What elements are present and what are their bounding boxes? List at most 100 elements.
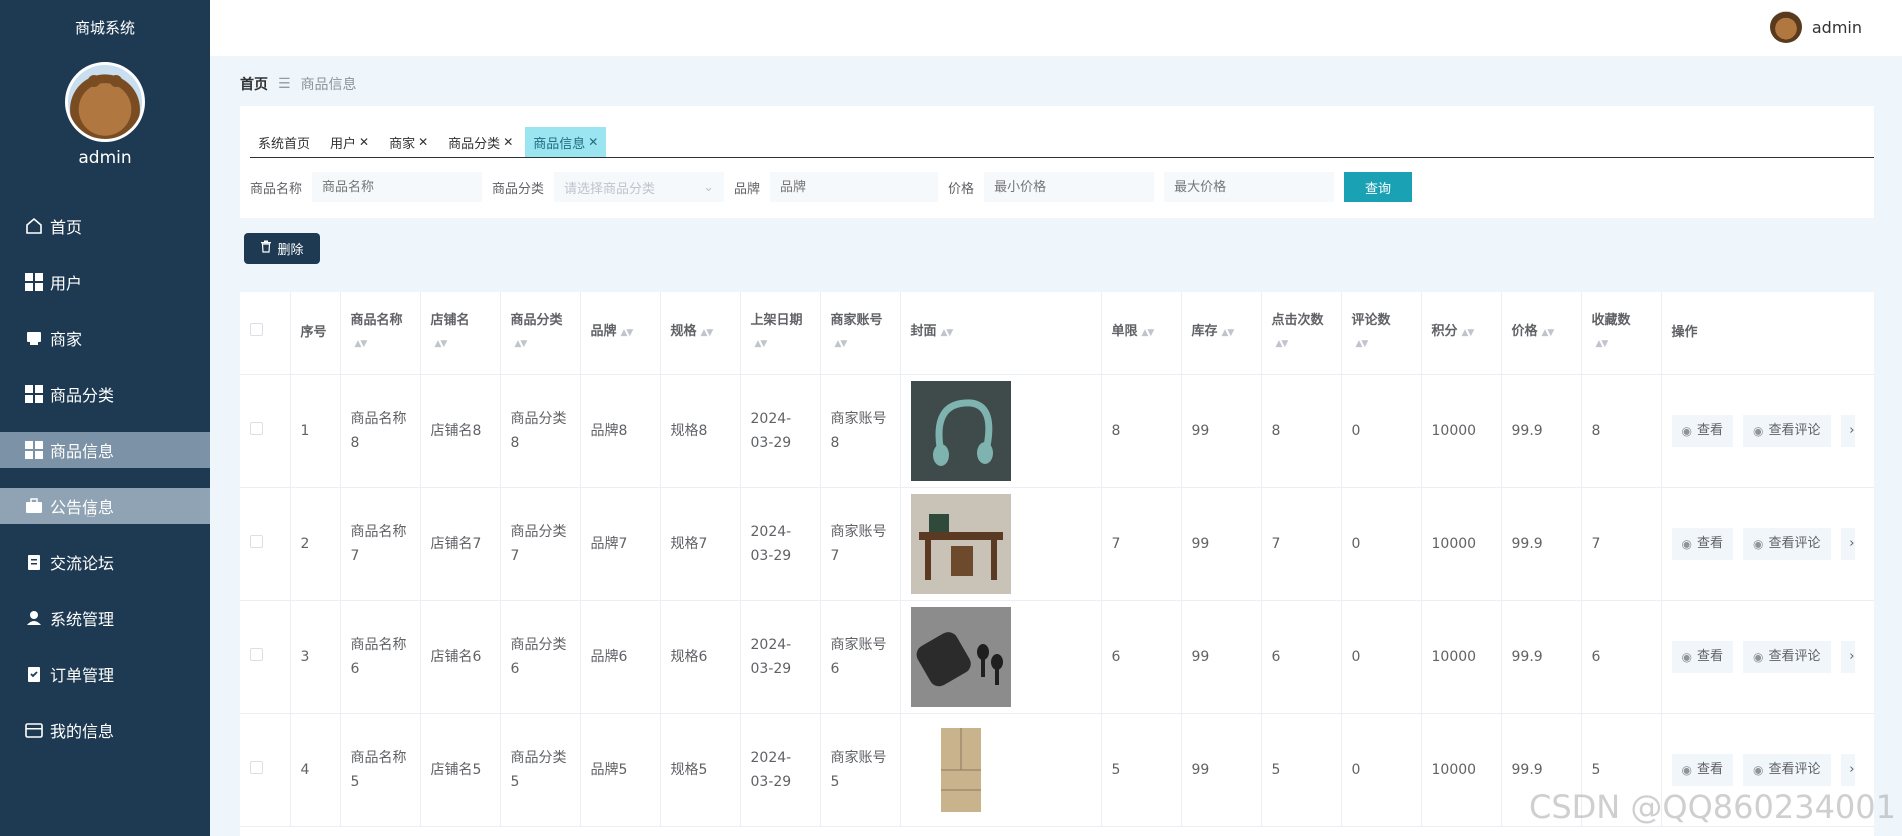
col-account[interactable]: 商家账号 ▲▼ xyxy=(820,292,901,375)
grid-icon xyxy=(24,272,44,292)
more-actions-button[interactable]: › xyxy=(1840,527,1855,560)
cell-points: 10000 xyxy=(1421,374,1502,488)
close-icon[interactable]: ✕ xyxy=(503,135,513,149)
sort-icon[interactable]: ▲▼ xyxy=(355,339,368,349)
category-select[interactable]: 请选择商品分类 ⌄ xyxy=(554,172,725,202)
sidebar-item-users[interactable]: 用户 xyxy=(0,264,210,300)
sidebar-item-announcements[interactable]: 公告信息 ☝ xyxy=(0,488,210,524)
query-button[interactable]: 查询 xyxy=(1344,172,1413,202)
close-icon[interactable]: ✕ xyxy=(359,135,369,149)
sidebar-item-forum[interactable]: 交流论坛 xyxy=(0,544,210,580)
sort-icon[interactable]: ▲▼ xyxy=(515,339,528,349)
name-input[interactable] xyxy=(312,172,483,202)
tab-system-home[interactable]: 系统首页 xyxy=(250,127,318,157)
view-reviews-button[interactable]: ◉ 查看评论 xyxy=(1743,640,1831,673)
sort-icon[interactable]: ▲▼ xyxy=(1142,328,1155,338)
cell-clicks: 8 xyxy=(1261,374,1342,488)
header-username: admin xyxy=(1811,17,1862,37)
breadcrumb-home[interactable]: 首页 xyxy=(240,74,268,94)
more-actions-button[interactable]: › xyxy=(1840,640,1855,673)
view-reviews-button[interactable]: ◉ 查看评论 xyxy=(1743,527,1831,560)
row-checkbox[interactable] xyxy=(240,600,291,714)
max-price-input[interactable] xyxy=(1164,172,1335,202)
col-category[interactable]: 商品分类 ▲▼ xyxy=(500,292,581,375)
grid-icon xyxy=(24,440,44,460)
sidebar-item-merchants[interactable]: 商家 xyxy=(0,320,210,356)
row-checkbox[interactable] xyxy=(240,713,291,827)
cell-cover xyxy=(900,600,1102,714)
sidebar-item-home[interactable]: 首页 xyxy=(0,208,210,244)
col-name[interactable]: 商品名称 ▲▼ xyxy=(340,292,421,375)
cell-account: 商家账号7 xyxy=(820,487,901,601)
delete-button[interactable]: 删除 xyxy=(244,233,320,264)
col-date[interactable]: 上架日期 ▲▼ xyxy=(740,292,821,375)
sidebar-item-orders[interactable]: 订单管理 xyxy=(0,656,210,692)
sort-icon[interactable]: ▲▼ xyxy=(835,339,848,349)
search-form: 商品名称 商品分类 请选择商品分类 ⌄ 品牌 价格 查询 xyxy=(250,172,1413,202)
sort-icon[interactable]: ▲▼ xyxy=(755,339,768,349)
tab-users[interactable]: 用户 ✕ xyxy=(322,127,377,157)
product-image[interactable] xyxy=(910,493,1091,594)
sidebar-item-categories[interactable]: 商品分类 xyxy=(0,376,210,412)
col-spec[interactable]: 规格 ▲▼ xyxy=(660,292,741,375)
col-limit[interactable]: 单限 ▲▼ xyxy=(1101,292,1182,375)
view-button[interactable]: ◉ 查看 xyxy=(1671,753,1733,786)
sort-icon[interactable]: ▲▼ xyxy=(621,328,634,338)
tab-products[interactable]: 商品信息 ✕ xyxy=(525,127,607,157)
more-actions-button[interactable]: › xyxy=(1840,414,1855,447)
sort-icon[interactable]: ▲▼ xyxy=(1276,339,1289,349)
col-cover[interactable]: 封面 ▲▼ xyxy=(900,292,1102,375)
view-button[interactable]: ◉ 查看 xyxy=(1671,640,1733,673)
col-favorites[interactable]: 收藏数 ▲▼ xyxy=(1581,292,1662,375)
row-checkbox[interactable] xyxy=(240,374,291,488)
sidebar-item-label: 商品信息 xyxy=(50,442,115,461)
sidebar-item-label: 首页 xyxy=(50,218,83,237)
col-price[interactable]: 价格 ▲▼ xyxy=(1501,292,1582,375)
category-label: 商品分类 xyxy=(492,181,545,197)
product-image[interactable] xyxy=(910,606,1091,707)
sort-icon[interactable]: ▲▼ xyxy=(435,339,448,349)
tab-label: 商品分类 xyxy=(448,136,501,152)
app-title: 商城系统 xyxy=(74,19,135,37)
sidebar-item-products[interactable]: 商品信息 xyxy=(0,432,210,468)
min-price-input[interactable] xyxy=(984,172,1155,202)
col-points[interactable]: 积分 ▲▼ xyxy=(1421,292,1502,375)
view-button[interactable]: ◉ 查看 xyxy=(1671,527,1733,560)
more-actions-button[interactable]: › xyxy=(1840,753,1855,786)
tab-categories[interactable]: 商品分类 ✕ xyxy=(440,127,521,157)
avatar xyxy=(1769,11,1802,43)
row-checkbox[interactable] xyxy=(240,487,291,601)
cell-limit: 8 xyxy=(1101,374,1182,488)
select-all-checkbox[interactable] xyxy=(240,292,291,375)
view-label: 查看 xyxy=(1696,761,1723,777)
col-clicks[interactable]: 点击次数 ▲▼ xyxy=(1261,292,1342,375)
sort-icon[interactable]: ▲▼ xyxy=(1462,328,1475,338)
user-menu[interactable]: admin xyxy=(1769,11,1862,43)
col-reviews[interactable]: 评论数 ▲▼ xyxy=(1341,292,1422,375)
col-brand[interactable]: 品牌 ▲▼ xyxy=(580,292,661,375)
brand-input[interactable] xyxy=(770,172,939,202)
view-button[interactable]: ◉ 查看 xyxy=(1671,414,1733,447)
sidebar-item-system[interactable]: 系统管理 xyxy=(0,600,210,636)
view-reviews-button[interactable]: ◉ 查看评论 xyxy=(1743,753,1831,786)
product-image[interactable] xyxy=(910,380,1091,481)
col-stock[interactable]: 库存 ▲▼ xyxy=(1181,292,1262,375)
close-icon[interactable]: ✕ xyxy=(588,135,598,149)
cell-date: 2024-03-29 xyxy=(740,487,821,601)
product-image[interactable] xyxy=(910,719,1091,820)
avatar[interactable] xyxy=(65,62,145,142)
sort-icon[interactable]: ▲▼ xyxy=(701,328,714,338)
close-icon[interactable]: ✕ xyxy=(418,135,428,149)
sort-icon[interactable]: ▲▼ xyxy=(941,328,954,338)
tab-merchants[interactable]: 商家 ✕ xyxy=(381,127,436,157)
sidebar-item-profile[interactable]: 我的信息 xyxy=(0,712,210,748)
col-shop[interactable]: 店铺名 ▲▼ xyxy=(420,292,501,375)
cell-reviews: 0 xyxy=(1341,374,1422,488)
sidebar-item-label: 订单管理 xyxy=(50,666,115,685)
sort-icon[interactable]: ▲▼ xyxy=(1356,339,1369,349)
sort-icon[interactable]: ▲▼ xyxy=(1222,328,1235,338)
view-reviews-button[interactable]: ◉ 查看评论 xyxy=(1743,414,1831,447)
sort-icon[interactable]: ▲▼ xyxy=(1596,339,1609,349)
sort-icon[interactable]: ▲▼ xyxy=(1542,328,1555,338)
cell-actions: ◉ 查看 ◉ 查看评论 › xyxy=(1661,487,1874,601)
